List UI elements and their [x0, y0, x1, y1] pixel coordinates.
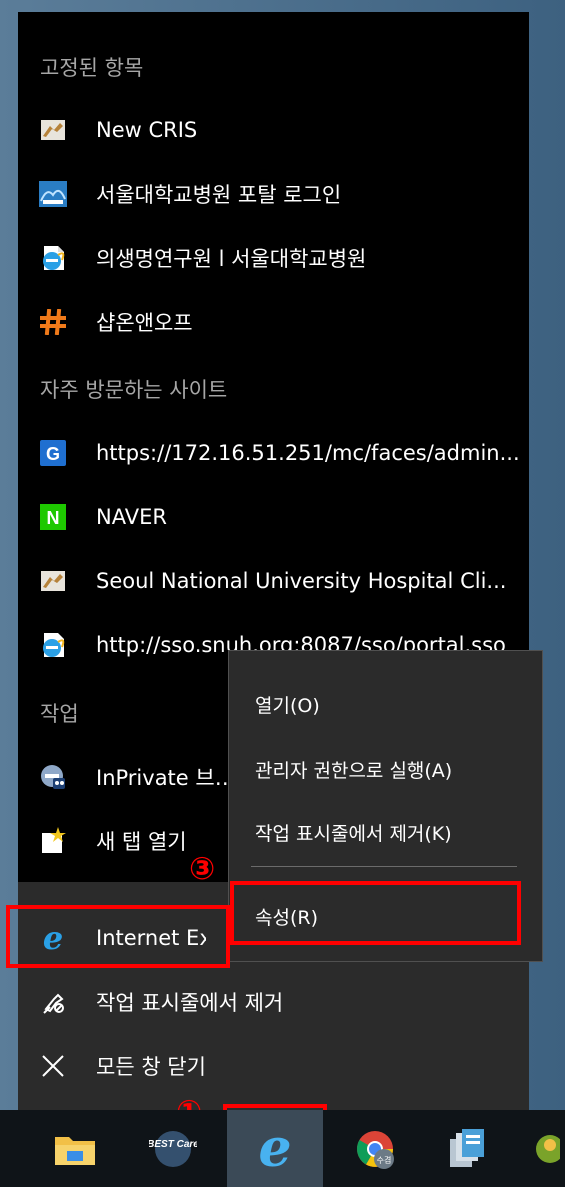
frequent-item-naver[interactable]: N NAVER [18, 489, 529, 545]
frequent-header: 자주 방문하는 사이트 [40, 378, 228, 402]
close-all-windows[interactable]: 모든 창 닫기 [18, 1038, 529, 1094]
unpin-icon [38, 987, 68, 1017]
close-icon [38, 1051, 68, 1081]
cris-icon [38, 115, 68, 145]
highlight-app-item [6, 905, 230, 968]
chrome-icon[interactable]: 수겸 [343, 1110, 407, 1187]
internet-explorer-icon[interactable]: e [227, 1110, 323, 1187]
highlight-properties [230, 881, 521, 945]
ie-page-icon [38, 243, 68, 273]
svg-text:N: N [47, 508, 60, 528]
menu-separator [251, 866, 517, 867]
pinned-item-shoponoff[interactable]: 샵온앤오프 [18, 294, 529, 350]
naver-icon: N [38, 502, 68, 532]
svg-text:G: G [46, 444, 60, 464]
menu-run-as-admin[interactable]: 관리자 권한으로 실행(A) [255, 756, 452, 783]
marker-three: ③ [189, 851, 216, 887]
svg-text:BEST Care: BEST Care [149, 1139, 197, 1150]
pinned-item-research-institute[interactable]: 의생명연구원 l 서울대학교병원 [18, 230, 529, 286]
hash-icon [38, 307, 68, 337]
unpin-from-taskbar[interactable]: 작업 표시줄에서 제거 [18, 974, 529, 1030]
frequent-item-admin-url[interactable]: G https://172.16.51.251/mc/faces/admin..… [18, 425, 529, 481]
menu-unpin-taskbar[interactable]: 작업 표시줄에서 제거(K) [255, 819, 452, 846]
bestcare-icon[interactable]: BEST Care [140, 1110, 206, 1187]
tasks-header: 작업 [40, 702, 79, 726]
frequent-item-snuh-clinical[interactable]: Seoul National University Hospital Cli..… [18, 553, 529, 609]
inprivate-icon [38, 762, 68, 792]
pinned-item-snuh-portal[interactable]: 서울대학교병원 포탈 로그인 [18, 166, 529, 222]
new-tab-icon [38, 826, 68, 856]
file-explorer-icon[interactable] [45, 1110, 105, 1187]
g-icon: G [38, 438, 68, 468]
cris-icon [38, 566, 68, 596]
pinned-item-new-cris[interactable]: New CRIS [18, 102, 529, 158]
app-stack-icon[interactable] [436, 1110, 498, 1187]
pinned-header: 고정된 항목 [40, 56, 144, 80]
app-icon[interactable] [530, 1110, 565, 1187]
menu-open[interactable]: 열기(O) [255, 691, 320, 718]
snuh-portal-icon [38, 179, 68, 209]
taskbar: BEST Care e 수겸 [0, 1110, 565, 1187]
svg-text:수겸: 수겸 [377, 1155, 392, 1165]
ie-page-icon [38, 630, 68, 660]
